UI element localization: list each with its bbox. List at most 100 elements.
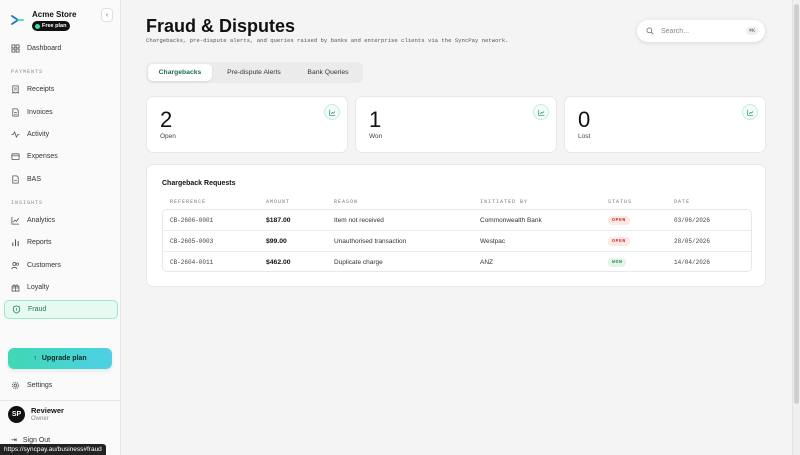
stat-label: Won — [369, 133, 383, 140]
cell-reference: CB-2606-0001 — [170, 217, 214, 224]
activity-icon — [11, 131, 20, 138]
user-name: Reviewer — [31, 406, 64, 415]
sidebar-item-activity[interactable]: Activity — [4, 125, 118, 144]
cell-amount: $462.00 — [266, 259, 291, 266]
sidebar-item-label: BAS — [27, 176, 42, 183]
table-title: Chargeback Requests — [162, 180, 236, 187]
sidebar-item-customers[interactable]: Customers — [4, 256, 118, 275]
page-subtitle: Chargebacks, pre-dispute alerts, and que… — [146, 37, 509, 44]
sidebar-item-invoices[interactable]: Invoices — [4, 103, 118, 122]
scrollbar-thumb[interactable] — [794, 4, 799, 404]
shield-icon — [12, 305, 21, 314]
store-switcher[interactable]: Acme Store Free plan — [8, 8, 113, 34]
search-bar[interactable]: ⌘K — [637, 20, 765, 42]
stat-value: 0 — [578, 107, 591, 132]
invoice-icon — [12, 108, 19, 117]
column-header: DATE — [674, 199, 691, 205]
stat-card-open: 2 Open — [146, 96, 348, 153]
tab-chargebacks[interactable]: Chargebacks — [148, 64, 212, 81]
sidebar-item-label: Activity — [27, 131, 50, 138]
chevron-left-icon: ‹ — [105, 11, 109, 19]
sidebar-item-label: Receipts — [27, 86, 55, 93]
sidebar-item-expenses[interactable]: Expenses — [4, 147, 118, 166]
sidebar-item-settings[interactable]: Settings — [4, 376, 118, 395]
stat-label: Open — [160, 133, 176, 140]
stat-label: Lost — [578, 133, 591, 140]
page-title: Fraud & Disputes — [146, 16, 296, 36]
status-badge: OPEN — [608, 237, 630, 246]
sidebar-item-receipts[interactable]: Receipts — [4, 80, 118, 99]
column-header: REASON — [334, 199, 359, 205]
tab-pre-dispute-alerts[interactable]: Pre-dispute Alerts — [214, 64, 294, 81]
table-row[interactable]: CB-2605-0003 $99.00 Unauthorised transac… — [163, 231, 751, 252]
sidebar-item-fraud[interactable]: Fraud — [4, 300, 118, 319]
cell-reason: Item not received — [334, 217, 384, 224]
sidebar-item-label: Expenses — [27, 153, 58, 160]
collapse-sidebar-button[interactable]: ‹ — [101, 8, 113, 22]
cell-date: 28/05/2026 — [674, 238, 711, 245]
sidebar-item-label: Fraud — [28, 306, 47, 313]
gear-icon — [11, 381, 20, 390]
sidebar-item-bas[interactable]: BAS — [4, 170, 118, 189]
table-row[interactable]: CB-2606-0001 $187.00 Item not received C… — [163, 210, 751, 231]
cell-initiated-by: Commonwealth Bank — [480, 217, 542, 224]
sidebar-item-dashboard[interactable]: Dashboard — [4, 39, 118, 58]
status-badge: WON — [608, 258, 627, 267]
cell-reason: Unauthorised transaction — [334, 238, 407, 245]
stat-value: 1 — [369, 107, 382, 132]
column-header: REFERENCE — [170, 199, 207, 205]
sidebar-item-label: Settings — [27, 382, 53, 389]
receipt-icon — [12, 85, 19, 94]
cell-amount: $99.00 — [266, 238, 287, 245]
cell-date: 14/04/2026 — [674, 259, 711, 266]
user-profile[interactable]: SP Reviewer Owner — [8, 404, 113, 426]
tab-bank-queries[interactable]: Bank Queries — [296, 64, 360, 81]
chart-icon — [324, 104, 340, 120]
plan-label: Free plan — [42, 23, 67, 29]
arrow-up-icon: ↑ — [33, 355, 37, 362]
upgrade-plan-label: Upgrade plan — [41, 355, 87, 362]
syncpay-logo-icon — [11, 15, 24, 25]
chart-icon — [533, 104, 549, 120]
sidebar-item-label: Dashboard — [27, 45, 62, 52]
table-body: CB-2606-0001 $187.00 Item not received C… — [162, 209, 752, 272]
cell-initiated-by: Westpac — [480, 238, 506, 245]
cell-initiated-by: ANZ — [480, 259, 493, 266]
sidebar-item-label: Customers — [27, 262, 61, 269]
plan-badge: Free plan — [32, 21, 71, 31]
status-badge: OPEN — [608, 216, 630, 225]
store-name: Acme Store — [32, 10, 77, 19]
sign-out-button[interactable]: ⇥ Sign Out — [11, 436, 50, 445]
avatar: SP — [8, 406, 25, 423]
sidebar-item-label: Analytics — [27, 217, 56, 224]
document-icon — [12, 175, 19, 184]
bar-chart-icon — [12, 239, 19, 247]
section-label-payments: PAYMENTS — [11, 69, 44, 75]
column-header: STATUS — [608, 199, 633, 205]
table-header: REFERENCE AMOUNT REASON INITIATED BY STA… — [162, 197, 752, 207]
user-role: Owner — [31, 416, 49, 422]
column-header: AMOUNT — [266, 199, 291, 205]
table-row[interactable]: CB-2604-0011 $462.00 Duplicate charge AN… — [163, 252, 751, 273]
page-scrollbar[interactable] — [792, 0, 800, 455]
sidebar-item-label: Invoices — [27, 109, 53, 116]
sidebar: Acme Store Free plan ‹ Dashboard PAYMENT… — [0, 0, 121, 455]
upgrade-plan-button[interactable]: ↑ Upgrade plan — [8, 348, 112, 369]
sidebar-item-label: Loyalty — [27, 284, 50, 291]
cell-amount: $187.00 — [266, 217, 291, 224]
sidebar-item-label: Reports — [27, 239, 52, 246]
column-header: INITIATED BY — [480, 199, 529, 205]
logout-icon: ⇥ — [11, 437, 17, 444]
sidebar-item-reports[interactable]: Reports — [4, 233, 118, 252]
sidebar-item-loyalty[interactable]: Loyalty — [4, 278, 118, 297]
search-shortcut-hint: ⌘K — [746, 27, 759, 35]
plan-status-dot-icon — [35, 23, 40, 29]
stat-card-won: 1 Won — [355, 96, 557, 153]
cell-reference: CB-2604-0011 — [170, 259, 214, 266]
chart-icon — [742, 104, 758, 120]
sidebar-item-analytics[interactable]: Analytics — [4, 211, 118, 230]
stat-card-lost: 0 Lost — [564, 96, 766, 153]
line-chart-icon — [11, 216, 20, 225]
section-label-insights: INSIGHTS — [11, 200, 44, 206]
search-input[interactable] — [661, 27, 739, 35]
